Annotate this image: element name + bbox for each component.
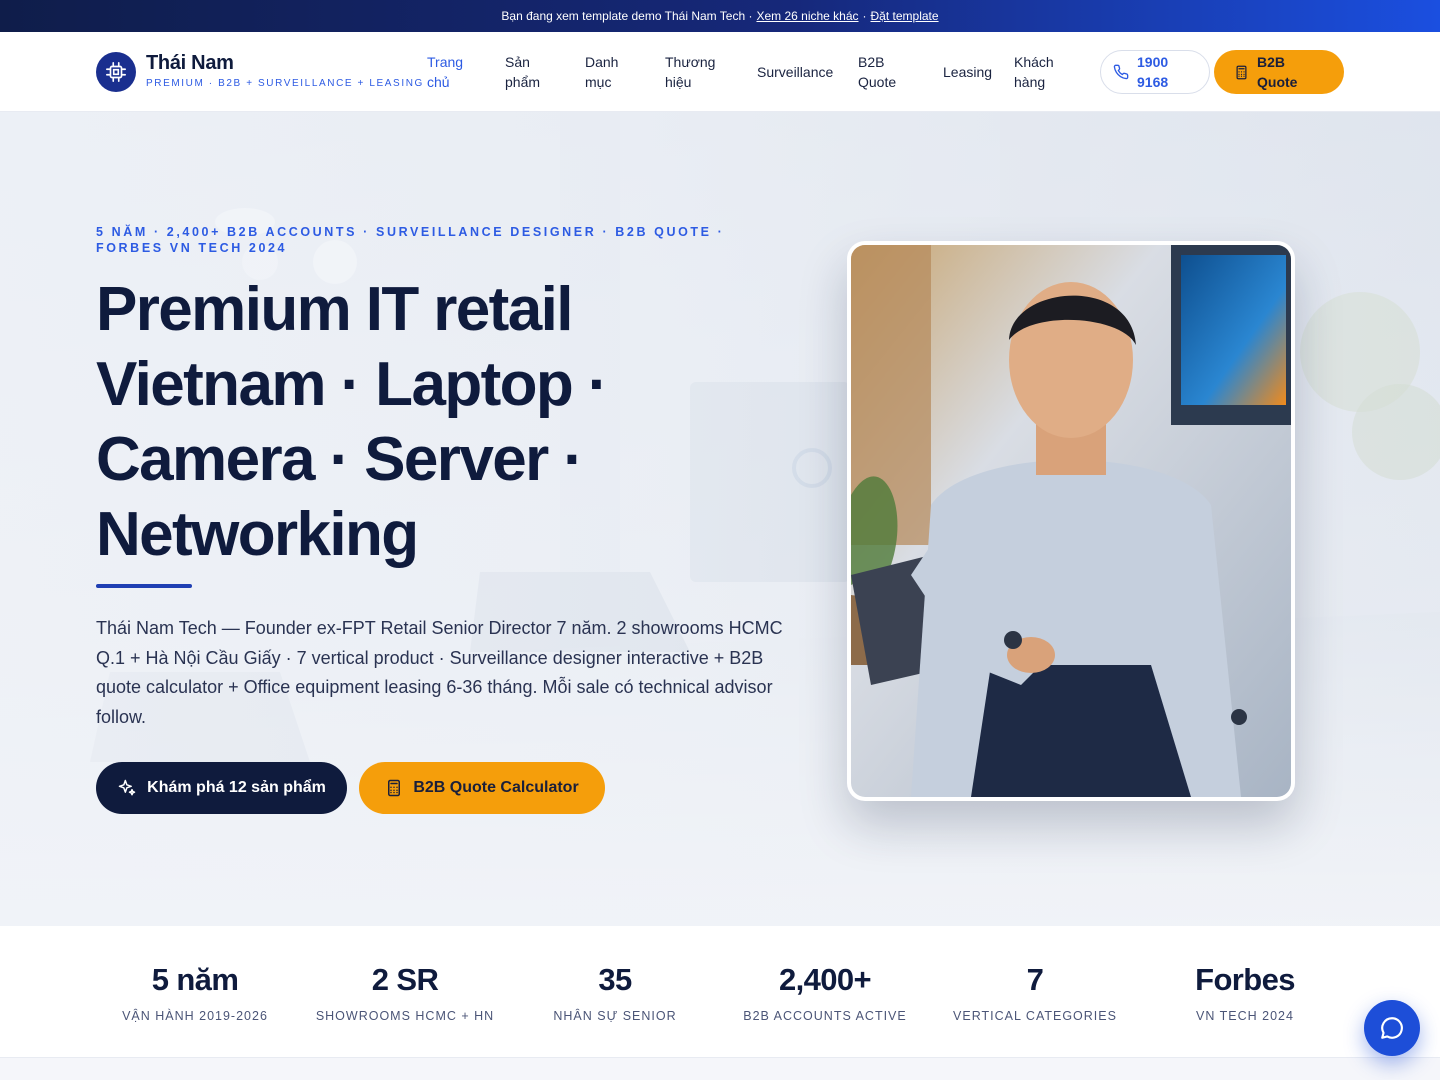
stat-label: VERTICAL CATEGORIES [953,1009,1117,1023]
announcement-separator: · [862,9,867,23]
next-section-edge [0,1058,1440,1080]
phone-button[interactable]: 1900 9168 [1100,50,1210,94]
nav-b2b-quote-line1: B2B [858,54,885,70]
stat-categories: 7 VERTICAL CATEGORIES [930,962,1140,1024]
stat-years: 5 năm VẬN HÀNH 2019-2026 [90,962,300,1024]
nav-b2b-quote[interactable]: B2B Quote [858,52,896,92]
stat-value: Forbes [1195,962,1295,997]
stat-value: 5 năm [151,962,239,997]
nav-products-line1: Sản [505,54,530,70]
nav-categories-line2: mục [585,74,612,90]
stat-label: NHÂN SỰ SENIOR [553,1009,677,1023]
brand-tagline: PREMIUM · B2B + SURVEILLANCE + LEASING [146,78,424,89]
headline-line-4: Networking [96,500,419,569]
founder-portrait-image [851,245,1291,797]
phone-icon [1113,64,1129,80]
stat-forbes: Forbes VN TECH 2024 [1140,962,1350,1024]
nav-home[interactable]: Trang chủ [427,52,463,92]
brand-name[interactable]: Thái Nam [146,52,234,75]
hero-headline: Premium IT retail Vietnam · Laptop · Cam… [96,272,816,572]
headline-line-1: Premium IT retail [96,275,573,344]
announcement-bar: Bạn đang xem template demo Thái Nam Tech… [0,0,1440,32]
quote-line1: B2B [1257,54,1286,70]
stat-label: SHOWROOMS HCMC + HN [315,1009,495,1023]
stat-label: B2B ACCOUNTS ACTIVE [743,1009,907,1023]
b2b-quote-button[interactable]: B2B Quote [1214,50,1344,94]
stat-value: 35 [598,962,632,997]
b2b-quote-calculator-button[interactable]: B2B Quote Calculator [359,762,605,814]
calculator-icon [1236,65,1247,79]
stat-value: 2,400+ [778,962,872,997]
stats-section: 5 năm VẬN HÀNH 2019-2026 2 SR SHOWROOMS … [0,926,1440,1058]
chat-button[interactable] [1364,1000,1420,1056]
stat-value: 2 SR [371,962,439,997]
nav-brands-line1: Thương [665,54,716,70]
stat-label: VẬN HÀNH 2019-2026 [122,1009,268,1023]
nav-home-line1: Trang [427,54,464,70]
explore-products-label: Khám phá 12 sản phẩm [147,779,326,796]
logo-chip-icon[interactable] [96,52,136,92]
nav-surveillance[interactable]: Surveillance [757,62,833,82]
stat-value: 7 [1026,962,1044,997]
nav-customers-line2: hàng [1014,74,1046,90]
nav-customers[interactable]: Khách hàng [1014,52,1054,92]
nav-products-line2: phẩm [505,74,541,90]
nav-brands[interactable]: Thương hiệu [665,52,715,92]
more-niches-link[interactable]: Xem 26 niche khác [756,9,858,23]
nav-leasing[interactable]: Leasing [943,62,992,82]
announcement-text: Bạn đang xem template demo Thái Nam Tech… [501,9,753,23]
nav-categories[interactable]: Danh mục [585,52,618,92]
explore-products-button[interactable]: Khám phá 12 sản phẩm [96,762,347,814]
hero-description: Thái Nam Tech — Founder ex-FPT Retail Se… [96,618,783,727]
b2b-quote-calculator-label: B2B Quote Calculator [413,779,579,796]
nav-brands-line2: hiệu [665,74,692,90]
stat-staff: 35 NHÂN SỰ SENIOR [510,962,720,1024]
quote-line2: Quote [1257,74,1298,90]
nav-customers-line1: Khách [1014,54,1054,70]
hero-eyebrow: 5 NĂM · 2,400+ B2B ACCOUNTS · SURVEILLAN… [96,225,725,255]
site-header: Thái Nam PREMIUM · B2B + SURVEILLANCE + … [0,32,1440,112]
nav-home-line2: chủ [427,74,450,90]
stat-showrooms: 2 SR SHOWROOMS HCMC + HN [300,962,510,1024]
nav-b2b-quote-line2: Quote [858,74,897,90]
phone-line2: 9168 [1137,74,1169,90]
chat-bubble-icon [1381,1017,1403,1039]
order-template-link[interactable]: Đặt template [871,9,939,23]
headline-line-3: Camera · Server · [96,425,584,494]
calculator-icon [388,779,401,797]
sparkles-icon [118,779,136,796]
nav-products[interactable]: Sản phẩm [505,52,540,92]
stat-b2b-accounts: 2,400+ B2B ACCOUNTS ACTIVE [720,962,930,1024]
stat-label: VN TECH 2024 [1196,1009,1294,1023]
nav-categories-line1: Danh [585,54,619,70]
phone-line1: 1900 [1137,54,1169,70]
hero-section: 5 NĂM · 2,400+ B2B ACCOUNTS · SURVEILLAN… [0,112,1440,926]
founder-portrait-frame [847,241,1295,801]
headline-line-2: Vietnam · Laptop · [96,350,608,419]
headline-accent-line [96,584,192,588]
